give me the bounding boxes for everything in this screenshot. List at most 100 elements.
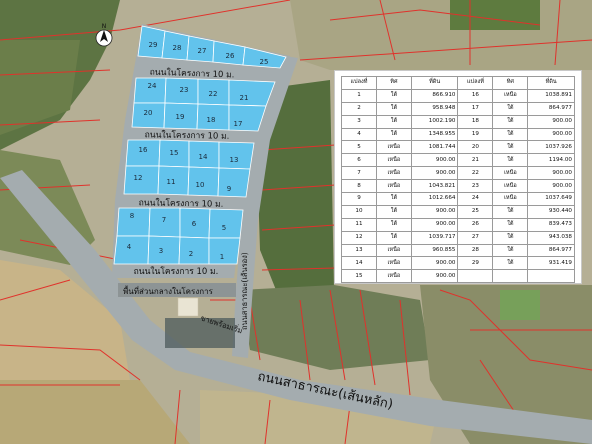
header-land: ที่ดิน — [410, 76, 459, 90]
plot-4[interactable] — [113, 235, 150, 265]
plot-number-8: 8 — [130, 212, 134, 220]
plot-number-7: 7 — [162, 216, 166, 224]
table-cell: ใต้ — [375, 192, 412, 206]
table-cell: 26 — [457, 217, 494, 232]
plot-1[interactable] — [208, 237, 241, 265]
table-row: 6 เหนือ 900.00 21 ใต้ 1194.00 — [341, 153, 575, 168]
table-cell: เหนือ — [375, 140, 412, 155]
plot-number-5: 5 — [222, 224, 226, 232]
table-cell: 930.440 — [527, 204, 575, 219]
table-cell: 900.00 — [410, 204, 459, 219]
table-cell: 864.977 — [527, 101, 575, 116]
plot-number-29: 29 — [149, 41, 158, 49]
plot-number-28: 28 — [173, 44, 182, 52]
table-cell: ใต้ — [492, 230, 529, 245]
plot-number-25: 25 — [260, 58, 269, 66]
header-direction-2: ทิศ — [492, 76, 529, 90]
table-cell: 1194.00 — [527, 153, 575, 168]
plot-number-9: 9 — [227, 185, 231, 193]
plot-area-table: แปลงที่ ทิศ ที่ดิน แปลงที่ ทิศ ที่ดิน 1ใ… — [341, 76, 575, 284]
table-cell: 16 — [457, 88, 494, 103]
plot-number-12: 12 — [134, 174, 143, 182]
table-cell: 900.00 — [527, 127, 575, 142]
table-cell: 18 — [457, 114, 494, 129]
table-cell: 5 — [341, 140, 377, 155]
plot-9[interactable] — [217, 167, 251, 198]
table-cell: เหนือ — [375, 243, 412, 258]
north-arrow-label: N — [102, 23, 107, 30]
table-cell: 27 — [457, 230, 494, 245]
plot-number-2: 2 — [189, 250, 193, 258]
plot-number-20: 20 — [144, 109, 153, 117]
plot-number-11: 11 — [167, 178, 176, 186]
field-area-ne — [290, 0, 592, 70]
plot-number-6: 6 — [192, 220, 197, 228]
table-cell: 9 — [341, 192, 377, 206]
table-cell: ใต้ — [492, 101, 529, 116]
table-cell: เหนือ — [375, 256, 412, 271]
table-cell: 900.00 — [527, 166, 575, 181]
table-cell: เหนือ — [492, 192, 529, 206]
plot-number-22: 22 — [209, 90, 218, 98]
table-cell: 943.038 — [527, 230, 575, 245]
table-row: 12 ใต้ 1039.717 27 ใต้ 943.038 — [341, 230, 575, 245]
inner-road-label-3: ถนนในโครงการ 10 ม. — [139, 197, 224, 209]
header-land-2: ที่ดิน — [527, 76, 575, 90]
table-cell: 23 — [457, 179, 494, 194]
table-cell: 25 — [457, 204, 494, 219]
table-row: 13 เหนือ 960.855 28 ใต้ 864.977 — [341, 243, 575, 258]
table-cell: ใต้ — [492, 153, 529, 168]
table-cell: 11 — [341, 217, 377, 232]
table-cell: 1038.891 — [527, 88, 575, 103]
table-cell: 15 — [341, 269, 377, 284]
table-cell: 864.977 — [527, 243, 575, 258]
plot-2[interactable] — [178, 236, 210, 265]
table-cell: 839.473 — [527, 217, 575, 232]
table-cell: 900.00 — [410, 269, 459, 284]
plot-3[interactable] — [147, 235, 181, 265]
plot-number-23: 23 — [180, 86, 189, 94]
table-cell: 1081.744 — [410, 140, 459, 155]
pond-area — [500, 290, 540, 320]
table-cell — [457, 269, 494, 284]
table-cell: 6 — [341, 153, 377, 168]
inner-road-label-2: ถนนในโครงการ 10 ม. — [145, 129, 230, 141]
table-cell: 1039.717 — [410, 230, 459, 245]
header-plot-no-2: แปลงที่ — [457, 76, 494, 90]
common-area-label: พื้นที่ส่วนกลางในโครงการ — [123, 285, 214, 296]
plot-area-table-panel: แปลงที่ ทิศ ที่ดิน แปลงที่ ทิศ ที่ดิน 1ใ… — [334, 70, 582, 284]
plot-number-15: 15 — [170, 149, 179, 157]
table-cell: 900.00 — [527, 114, 575, 129]
table-cell: 2 — [341, 101, 377, 116]
table-cell: 20 — [457, 140, 494, 155]
table-cell: ใต้ — [375, 204, 412, 219]
table-row: 3 ใต้ 1002.190 18 ใต้ 900.00 — [341, 114, 575, 129]
table-cell: 900.00 — [410, 153, 459, 168]
table-cell: 1002.190 — [410, 114, 459, 129]
table-cell: ใต้ — [375, 230, 412, 245]
table-cell: 28 — [457, 243, 494, 258]
table-cell: 900.00 — [410, 166, 459, 181]
table-cell: 19 — [457, 127, 494, 142]
table-cell: ใต้ — [375, 88, 412, 103]
table-cell: เหนือ — [375, 153, 412, 168]
table-cell: 1 — [341, 88, 377, 103]
plot-number-1: 1 — [220, 253, 224, 261]
secondary-road-label: ถนนสาธารณะ(เส้นรอง) — [240, 252, 249, 330]
table-cell: เหนือ — [375, 269, 412, 284]
table-row: 5 เหนือ 1081.744 20 ใต้ 1037.926 — [341, 140, 575, 155]
table-cell: 13 — [341, 243, 377, 258]
table-row: 4 ใต้ 1348.955 19 ใต้ 900.00 — [341, 127, 575, 142]
table-cell: 29 — [457, 256, 494, 271]
table-row: 15 เหนือ 900.00 — [341, 269, 575, 284]
table-cell: ใต้ — [375, 101, 412, 116]
table-cell: 4 — [341, 127, 377, 142]
inner-road-label-4: ถนนในโครงการ 10 ม. — [134, 266, 219, 277]
plot-number-14: 14 — [199, 153, 208, 161]
table-cell: 866.910 — [410, 88, 459, 103]
plot-number-16: 16 — [139, 146, 148, 154]
table-row: 2 ใต้ 958.948 17 ใต้ 864.977 — [341, 101, 575, 116]
plot-number-27: 27 — [198, 47, 207, 55]
table-cell: 7 — [341, 166, 377, 181]
table-cell: ใต้ — [492, 140, 529, 155]
